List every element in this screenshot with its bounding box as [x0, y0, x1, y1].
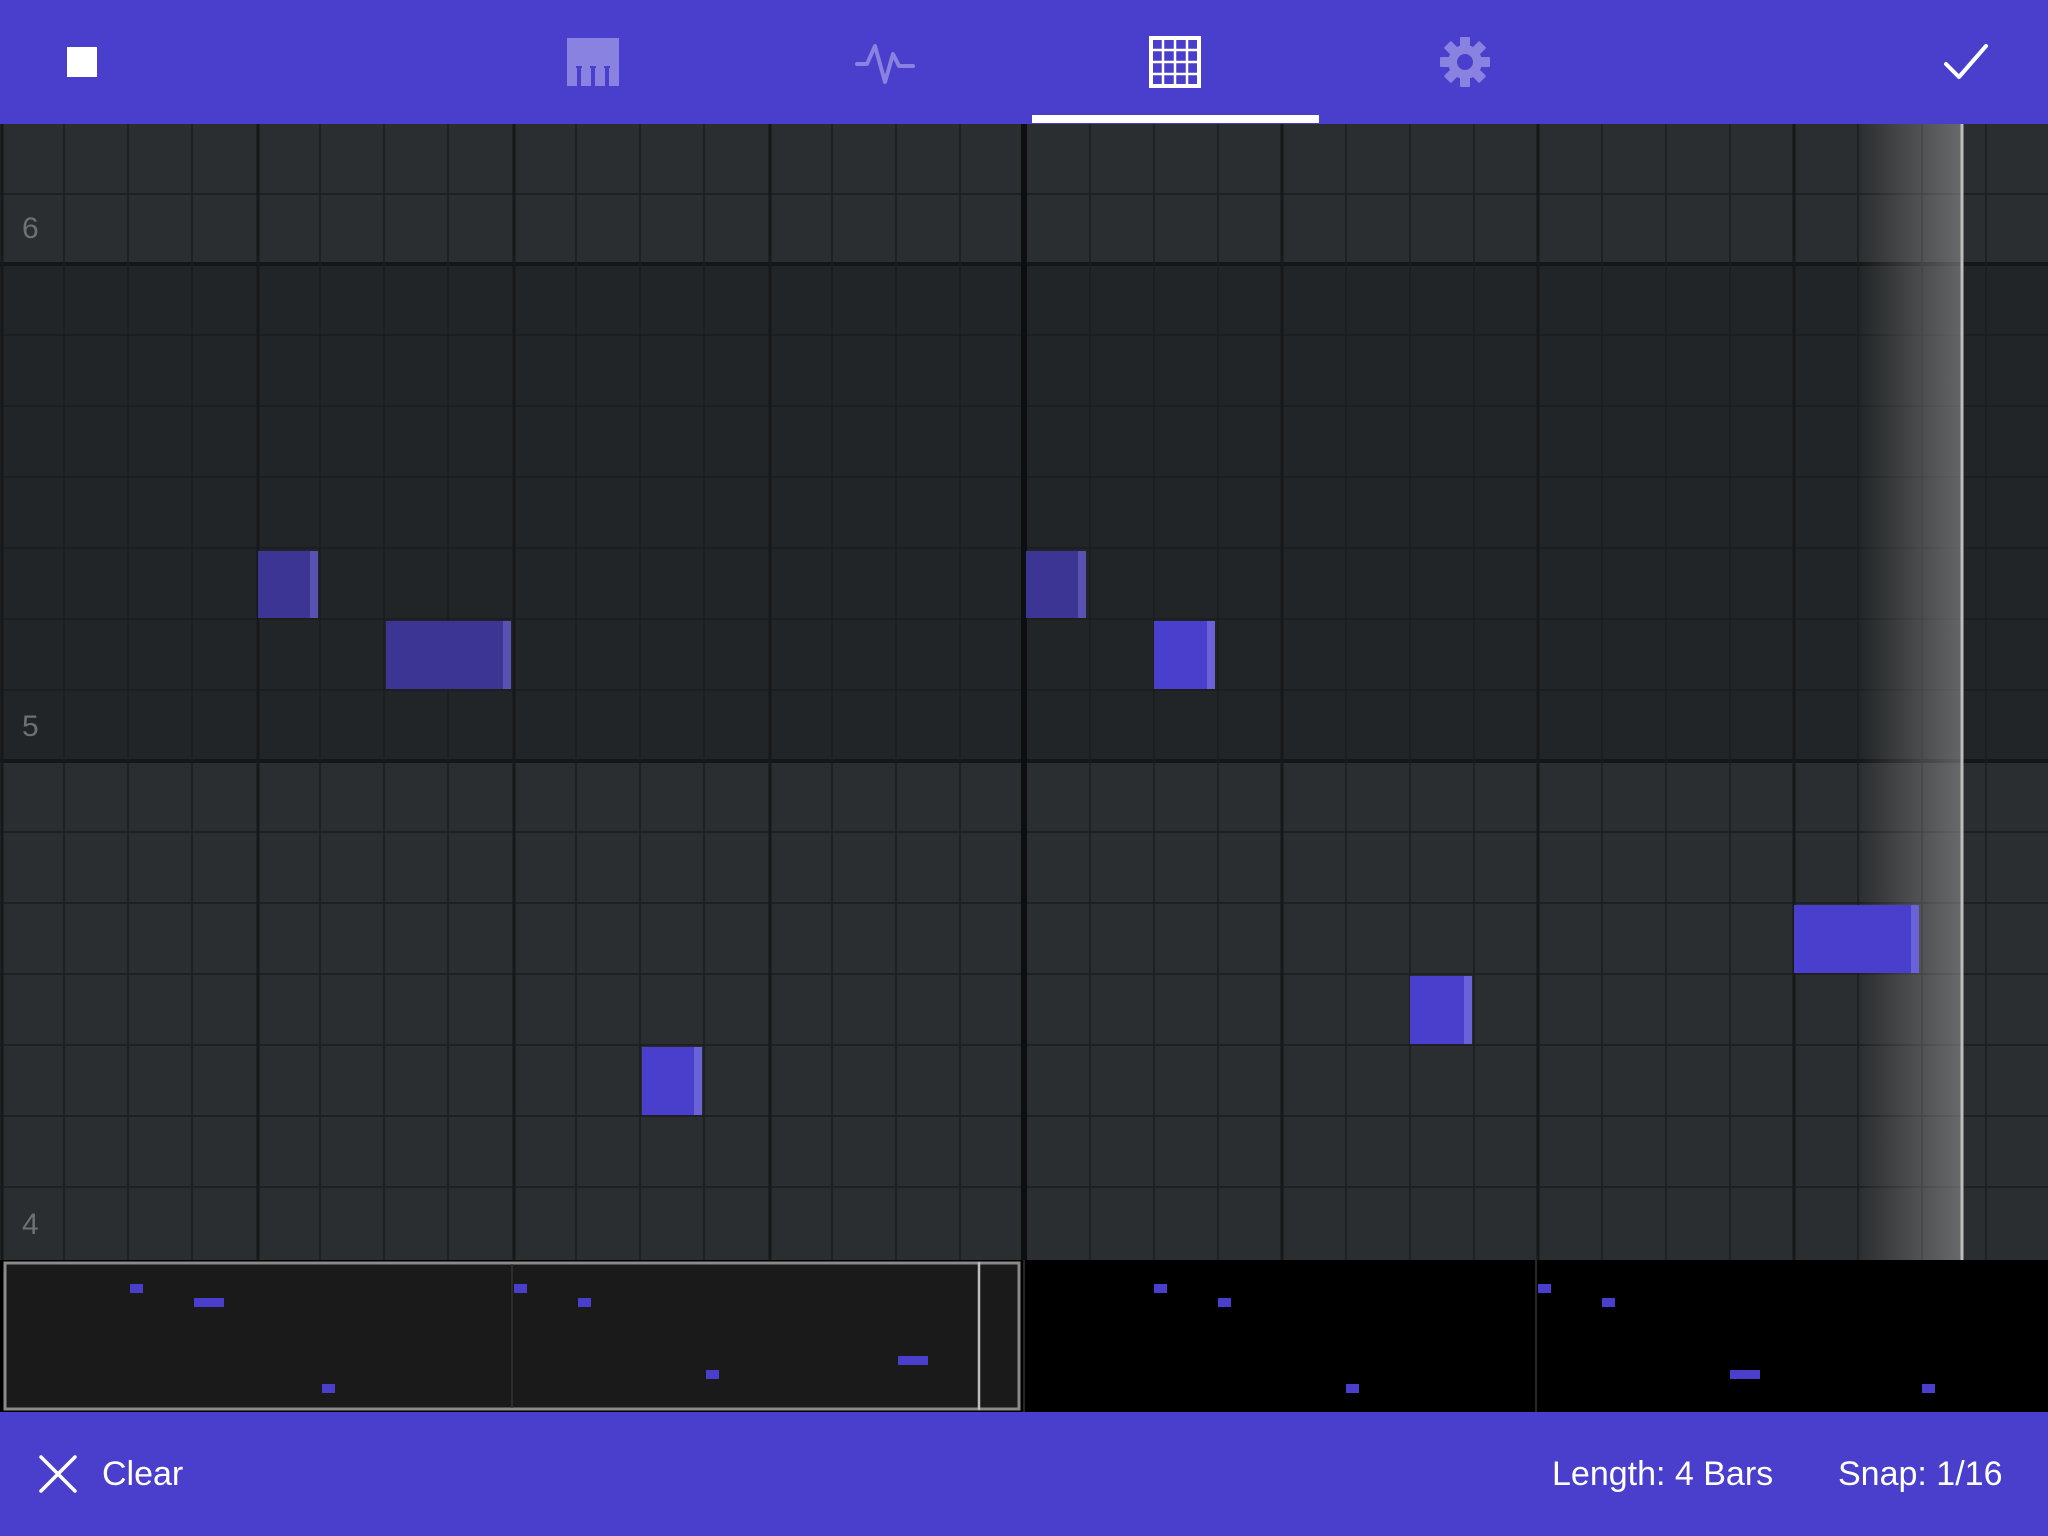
tab-envelope[interactable]	[812, 0, 958, 124]
octave-label-6: 6	[22, 212, 39, 245]
note[interactable]	[1794, 905, 1919, 973]
length-selector[interactable]: Length: 4 Bars	[1552, 1412, 1773, 1536]
pattern-overview[interactable]	[0, 1260, 2048, 1412]
tab-settings[interactable]	[1392, 0, 1538, 124]
clear-button[interactable]: Clear	[30, 1412, 200, 1536]
snap-selector[interactable]: Snap: 1/16	[1838, 1412, 2002, 1536]
active-tab-indicator	[1032, 115, 1319, 123]
piano-roll-grid[interactable]: 6 5 4	[0, 124, 2048, 1260]
octave-label-4: 4	[22, 1208, 39, 1241]
stop-icon	[67, 47, 97, 77]
grid-icon	[1149, 36, 1201, 88]
bottom-toolbar: Clear Length: 4 Bars Snap: 1/16	[0, 1412, 2048, 1536]
stop-button[interactable]	[40, 0, 124, 124]
top-toolbar	[0, 0, 2048, 124]
tab-grid[interactable]	[1102, 0, 1248, 124]
gear-icon	[1440, 37, 1490, 87]
piano-keys-icon	[567, 38, 619, 86]
tab-piano[interactable]	[520, 0, 666, 124]
note[interactable]	[258, 551, 318, 618]
checkmark-icon	[1944, 44, 1988, 79]
note[interactable]	[1410, 976, 1472, 1044]
note[interactable]	[642, 1047, 702, 1115]
loop-end-fade	[1858, 124, 1962, 1260]
waveform-icon	[855, 44, 915, 84]
octave-label-5: 5	[22, 710, 39, 743]
close-icon	[39, 1455, 77, 1493]
note[interactable]	[1154, 621, 1215, 689]
note[interactable]	[1026, 551, 1086, 618]
done-button[interactable]	[1924, 0, 2008, 124]
note[interactable]	[386, 621, 511, 689]
clear-label: Clear	[102, 1455, 184, 1493]
